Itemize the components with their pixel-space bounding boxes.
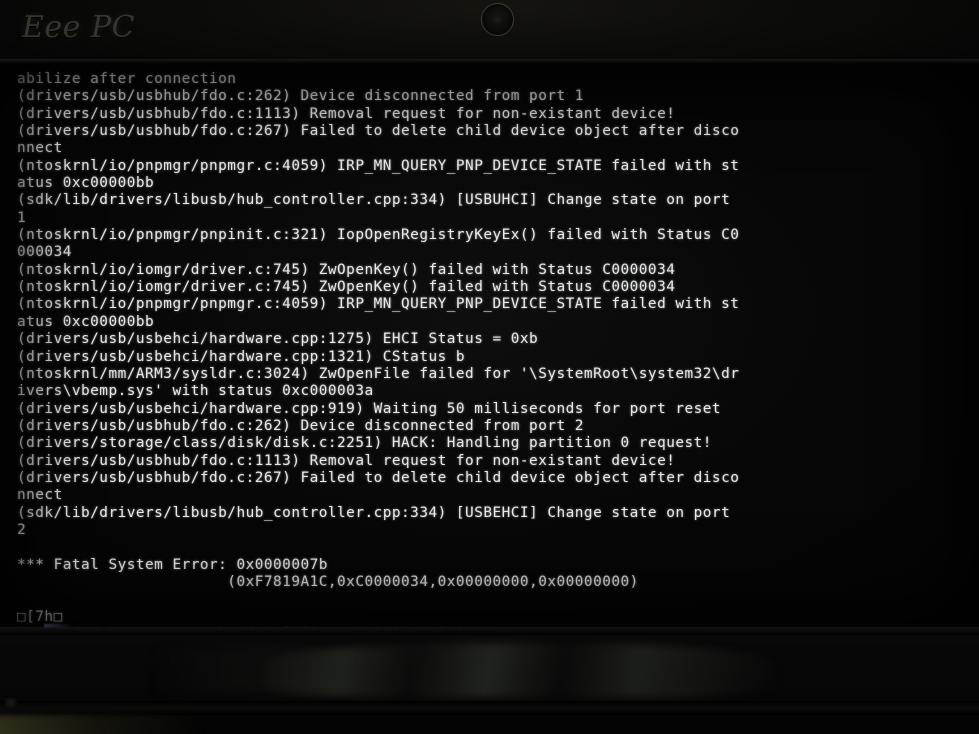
- laptop-top-bezel: Eee PC: [0, 0, 979, 64]
- console-line: (drivers/usb/usbhub/fdo.c:267) Failed to…: [17, 469, 740, 486]
- console-line: *** Fatal System Error: 0x0000007b: [17, 556, 328, 573]
- webcam-aperture-icon: [493, 15, 502, 24]
- console-line: (sdk/lib/drivers/libusb/hub_controller.c…: [17, 192, 731, 209]
- eee-pc-brand-logo: Eee PC: [22, 10, 136, 45]
- console-line: atus 0xc00000bb: [17, 175, 155, 192]
- console-line: (sdk/lib/drivers/libusb/hub_controller.c…: [17, 504, 731, 521]
- console-line: (ntoskrnl/io/iomgr/driver.c:745) ZwOpenK…: [17, 261, 676, 278]
- console-line: (ntoskrnl/io/pnpmgr/pnpinit.c:321) IopOp…: [17, 227, 740, 244]
- deck-reflection-primary: [260, 643, 780, 698]
- screen-edge-speck: [44, 624, 74, 627]
- console-line: (ntoskrnl/io/pnpmgr/pnpmgr.c:4059) IRP_M…: [17, 157, 740, 174]
- console-line: (drivers/usb/usbhub/fdo.c:262) Device di…: [17, 88, 584, 105]
- laptop-bottom-bezel: [0, 627, 979, 734]
- console-line: atus 0xc00000bb: [17, 313, 155, 330]
- console-line: 000034: [17, 244, 72, 261]
- console-line: (0xF7819A1C,0xC0000034,0x00000000,0x0000…: [17, 573, 639, 590]
- console-line: (drivers/storage/class/disk/disk.c:2251)…: [17, 435, 712, 452]
- deck-lip-shadow: [0, 701, 979, 715]
- console-line: 2: [17, 521, 27, 538]
- console-line: □[7h□: [17, 608, 63, 625]
- console-line: (drivers/usb/usbehci/hardware.cpp:1321) …: [17, 348, 466, 365]
- console-line: (drivers/usb/usbehci/hardware.cpp:919) W…: [17, 400, 722, 417]
- console-line: (ntoskrnl/io/pnpmgr/pnpmgr.c:4059) IRP_M…: [17, 296, 740, 313]
- console-line: (ntoskrnl/io/iomgr/driver.c:745) ZwOpenK…: [17, 279, 676, 296]
- webcam-lens-icon: [481, 3, 514, 36]
- console-line: (drivers/usb/usbhub/fdo.c:267) Failed to…: [17, 123, 740, 140]
- console-line: nnect: [17, 487, 63, 504]
- laptop-screen: abilize after connection (drivers/usb/usb…: [0, 64, 979, 627]
- console-line: (drivers/usb/usbhub/fdo.c:1113) Removal …: [17, 105, 676, 122]
- desk-surface-glint: [0, 715, 240, 734]
- hinge-highlight: [6, 699, 16, 706]
- console-line: ivers\vbemp.sys' with status 0xc000003a: [17, 383, 374, 400]
- console-line: 1: [17, 209, 27, 226]
- console-line: (ntoskrnl/mm/ARM3/sysldr.c:3024) ZwOpenF…: [17, 365, 740, 382]
- laptop-photo: Eee PC abilize after connection (drivers/…: [0, 0, 979, 734]
- console-line: (drivers/usb/usbhub/fdo.c:262) Device di…: [17, 417, 584, 434]
- console-line: (drivers/usb/usbehci/hardware.cpp:1275) …: [17, 331, 539, 348]
- bezel-edge-highlight: [0, 627, 979, 635]
- console-line: nnect: [17, 140, 63, 157]
- console-line: (drivers/usb/usbhub/fdo.c:1113) Removal …: [17, 452, 676, 469]
- kernel-debugger-console[interactable]: abilize after connection (drivers/usb/usb…: [17, 71, 975, 627]
- console-line: abilize after connection: [17, 71, 237, 87]
